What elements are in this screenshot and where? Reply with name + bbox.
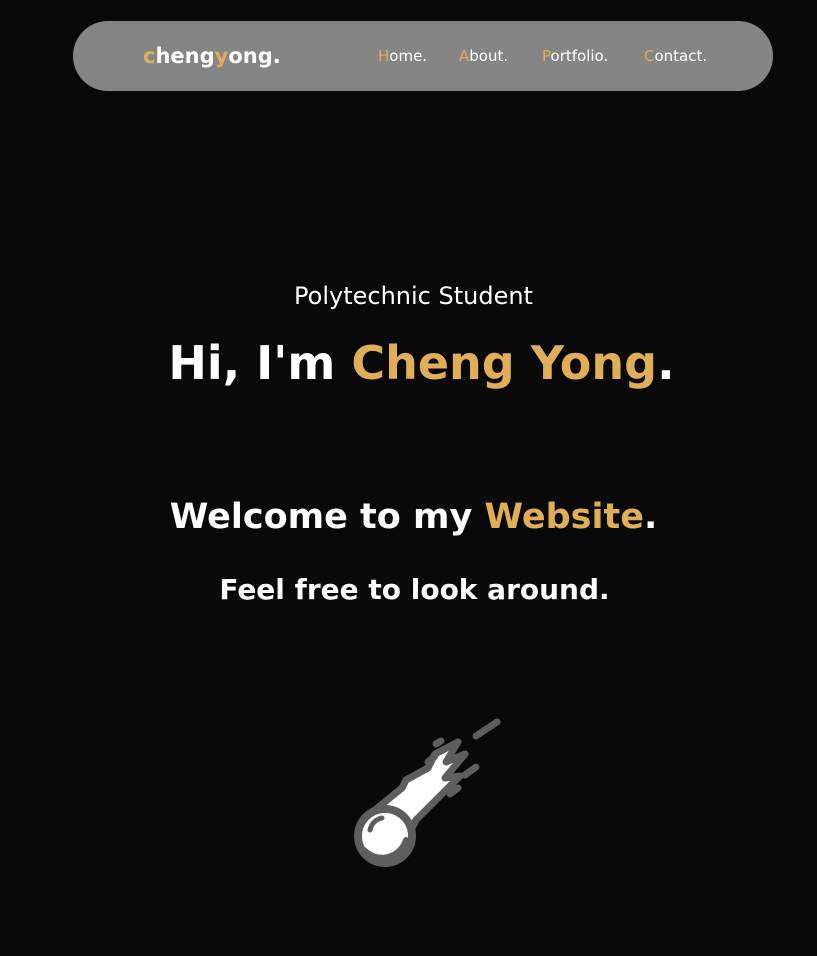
hero-greeting: Hi, I'm — [168, 336, 352, 390]
brand-initial-y: y — [214, 44, 229, 68]
hero-name: Cheng Yong — [351, 336, 658, 390]
brand-text-ong: ong. — [228, 44, 281, 68]
brand-text-heng: heng — [155, 44, 215, 68]
tagline: Feel free to look around. — [219, 573, 610, 606]
welcome-suffix: . — [643, 497, 658, 537]
meteor-icon-graphic — [354, 718, 501, 867]
nav-link-contact-label: ontact. — [654, 47, 708, 65]
welcome-accent: Website — [484, 497, 644, 537]
brand-initial-c: c — [143, 44, 156, 68]
nav-link-portfolio[interactable]: Portfolio. — [542, 45, 608, 67]
welcome-prefix: Welcome to my — [169, 497, 485, 537]
page: chengyong. Home. About. Portfolio. Conta… — [0, 0, 817, 956]
nav-link-contact[interactable]: Contact. — [644, 45, 707, 67]
nav-link-home-initial: H — [378, 47, 390, 65]
navbar: chengyong. Home. About. Portfolio. Conta… — [73, 21, 773, 91]
nav-link-about-initial: A — [459, 47, 470, 65]
brand-logo[interactable]: chengyong. — [143, 42, 281, 70]
welcome-heading: Welcome to my Website. — [0, 494, 817, 540]
nav-link-home[interactable]: Home. — [378, 45, 427, 67]
hero-name-suffix: . — [657, 336, 675, 390]
nav-link-portfolio-initial: P — [542, 47, 551, 65]
nav-link-home-label: ome. — [389, 47, 428, 65]
nav-link-about-label: bout. — [469, 47, 509, 65]
meteor-icon[interactable] — [350, 712, 510, 872]
hero-headline: Hi, I'm Cheng Yong. — [0, 333, 817, 393]
nav-link-about[interactable]: About. — [459, 45, 508, 67]
nav-link-portfolio-label: ortfolio. — [550, 47, 609, 65]
hero-subtitle: Polytechnic Student — [294, 282, 533, 310]
nav-link-contact-initial: C — [644, 47, 655, 65]
